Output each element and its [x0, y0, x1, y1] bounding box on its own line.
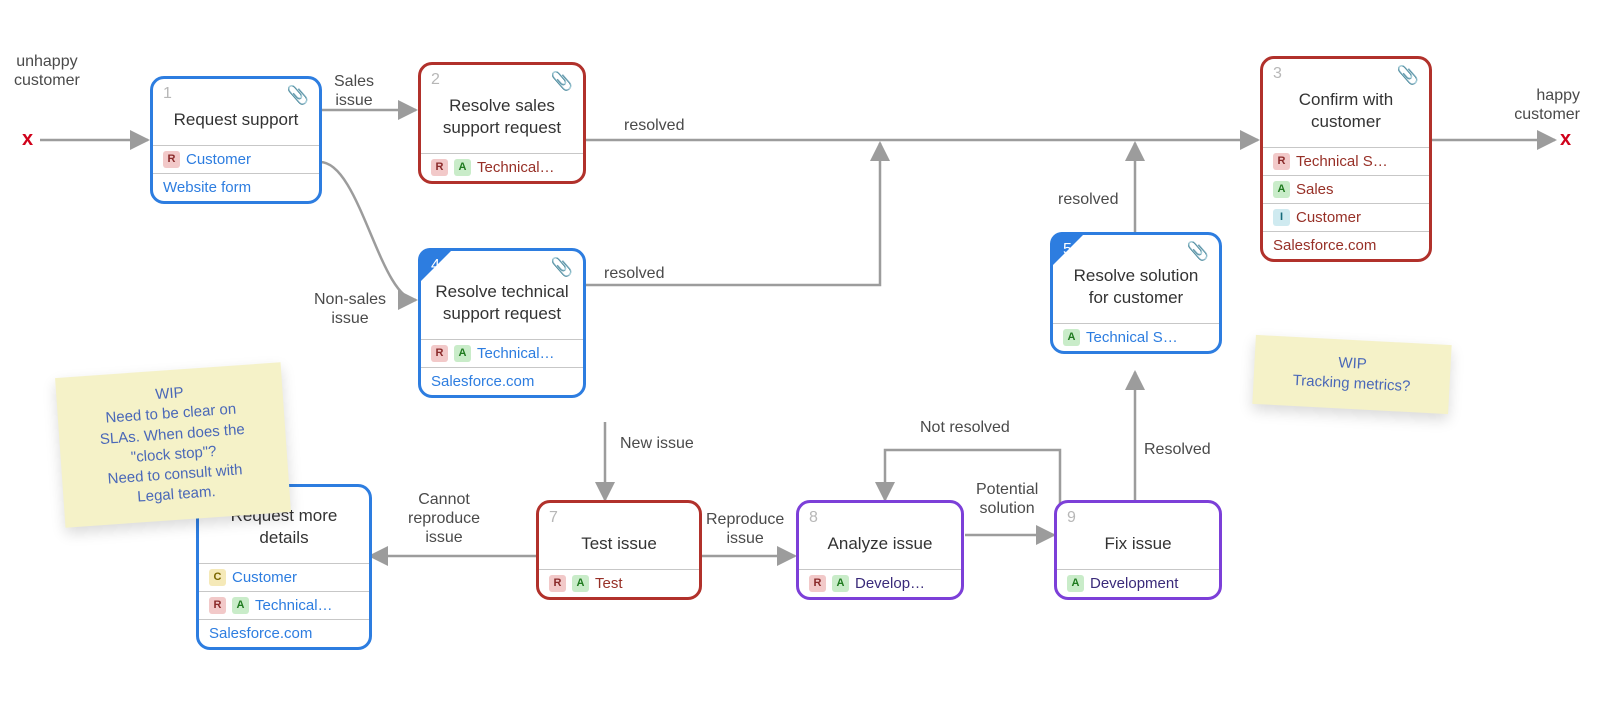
node-number: 3 [1273, 65, 1282, 83]
role-row: RTechnical S… [1263, 147, 1429, 175]
attachment-icon: 📎 [551, 71, 573, 92]
role-row: CCustomer [199, 563, 369, 591]
node-title: Test issue [539, 503, 699, 569]
role-row: RATechnical… [199, 591, 369, 619]
role-row: RATest [539, 569, 699, 597]
node-resolve-solution[interactable]: 5 📎 Resolve solution for customer ATechn… [1050, 232, 1222, 354]
node-confirm-customer[interactable]: 3 📎 Confirm with customer RTechnical S… … [1260, 56, 1432, 262]
edge-label-resolved-2: resolved [604, 264, 664, 283]
role-row: Website form [153, 173, 319, 201]
role-row: ADevelopment [1057, 569, 1219, 597]
sticky-note-slas[interactable]: WIPNeed to be clear onSLAs. When does th… [55, 362, 291, 527]
node-analyze-issue[interactable]: 8 Analyze issue RADevelop… [796, 500, 964, 600]
role-row: RADevelop… [799, 569, 961, 597]
node-number: 5 [1063, 241, 1072, 259]
edge-label-cannot-reproduce: Cannotreproduceissue [408, 490, 480, 548]
node-number: 8 [809, 509, 818, 527]
edge-label-potential-solution: Potentialsolution [976, 480, 1038, 518]
node-resolve-technical[interactable]: 4 📎 Resolve technical support request RA… [418, 248, 586, 398]
role-row: RATechnical… [421, 339, 583, 367]
edge-label-sales: Salesissue [334, 72, 374, 110]
role-row: ATechnical S… [1053, 323, 1219, 351]
start-label: unhappycustomer [14, 52, 80, 90]
edge-label-reproduce: Reproduceissue [706, 510, 784, 548]
edge-label-not-resolved: Not resolved [920, 418, 1010, 437]
start-endpoint: x [22, 128, 33, 151]
node-number: 1 [163, 85, 172, 103]
node-resolve-sales[interactable]: 2 📎 Resolve sales support request RATech… [418, 62, 586, 184]
edge-label-resolved-4: Resolved [1144, 440, 1211, 459]
role-row: RCustomer [153, 145, 319, 173]
edge-label-nonsales: Non-salesissue [314, 290, 386, 328]
edge-label-resolved-3: resolved [1058, 190, 1118, 209]
node-title: Analyze issue [799, 503, 961, 569]
edge-label-new-issue: New issue [620, 434, 694, 453]
attachment-icon: 📎 [551, 257, 573, 278]
node-test-issue[interactable]: 7 Test issue RATest [536, 500, 702, 600]
node-fix-issue[interactable]: 9 Fix issue ADevelopment [1054, 500, 1222, 600]
role-row: Salesforce.com [1263, 231, 1429, 259]
node-title: Fix issue [1057, 503, 1219, 569]
attachment-icon: 📎 [287, 85, 309, 106]
attachment-icon: 📎 [1397, 65, 1419, 86]
role-row: ASales [1263, 175, 1429, 203]
sticky-note-metrics[interactable]: WIPTracking metrics? [1252, 335, 1451, 414]
node-number: 7 [549, 509, 558, 527]
node-number: 2 [431, 71, 440, 89]
role-row: ICustomer [1263, 203, 1429, 231]
role-row: Salesforce.com [421, 367, 583, 395]
end-endpoint: x [1560, 128, 1571, 151]
end-label: happycustomer [1450, 86, 1580, 124]
node-number: 4 [431, 257, 440, 275]
edge-label-resolved-1: resolved [624, 116, 684, 135]
node-number: 9 [1067, 509, 1076, 527]
role-row: Salesforce.com [199, 619, 369, 647]
attachment-icon: 📎 [1187, 241, 1209, 262]
role-row: RATechnical… [421, 153, 583, 181]
node-request-support[interactable]: 1 📎 Request support RCustomer Website fo… [150, 76, 322, 204]
